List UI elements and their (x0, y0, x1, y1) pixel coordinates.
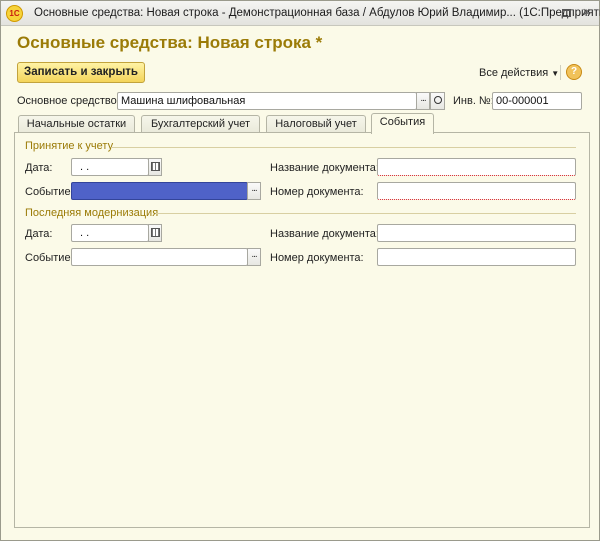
calendar-icon (150, 162, 160, 171)
all-actions-menu[interactable]: Все действия ▼ (479, 67, 559, 79)
modernization-doc-number-field[interactable] (377, 248, 576, 266)
acceptance-doc-name-label: Название документа: (270, 162, 379, 174)
acceptance-date-label: Дата: (25, 162, 53, 174)
modernization-event-choice-button[interactable]: ... (247, 248, 261, 266)
modernization-group-title: Последняя модернизация (25, 207, 159, 219)
modernization-event-label: Событие: (25, 252, 74, 264)
asset-label: Основное средство: (17, 95, 120, 107)
close-button[interactable]: ✕ (578, 5, 595, 22)
tab-events[interactable]: События (371, 113, 434, 134)
asset-field[interactable]: Машина шлифовальная (117, 92, 417, 110)
asset-search-button[interactable] (430, 92, 445, 110)
modernization-date-calendar-button[interactable] (148, 224, 162, 242)
asset-choice-button[interactable]: ... (416, 92, 430, 110)
toolbar-divider (560, 65, 561, 80)
help-button[interactable]: ? (566, 64, 582, 80)
calendar-icon (150, 228, 160, 237)
acceptance-group-line (111, 147, 576, 148)
maximize-button[interactable] (558, 5, 575, 22)
modernization-doc-name-field[interactable] (377, 224, 576, 242)
acceptance-group-title: Принятие к учету (25, 140, 114, 152)
inventory-number-field[interactable]: 00-000001 (492, 92, 582, 110)
form-window: 1С Основные средства: Новая строка - Дем… (0, 0, 600, 541)
acceptance-doc-number-field[interactable] (377, 182, 576, 200)
tab-initial-balances[interactable]: Начальные остатки (18, 115, 135, 133)
window-title: Основные средства: Новая строка - Демонс… (34, 7, 600, 19)
chevron-down-icon: ▼ (551, 69, 560, 78)
modernization-date-field[interactable]: . . (71, 224, 149, 242)
acceptance-event-choice-button[interactable]: ... (247, 182, 261, 200)
acceptance-event-label: Событие: (25, 186, 74, 198)
modernization-doc-name-label: Название документа: (270, 228, 379, 240)
search-icon (433, 96, 442, 104)
title-bar: 1С Основные средства: Новая строка - Дем… (1, 1, 600, 26)
modernization-event-field[interactable] (71, 248, 248, 266)
tab-accounting[interactable]: Бухгалтерский учет (141, 115, 260, 133)
modernization-date-label: Дата: (25, 228, 53, 240)
all-actions-label: Все действия (479, 67, 549, 79)
acceptance-date-calendar-button[interactable] (148, 158, 162, 176)
acceptance-event-field[interactable] (71, 182, 248, 200)
modernization-group-line (156, 213, 576, 214)
acceptance-doc-number-label: Номер документа: (270, 186, 364, 198)
form-heading: Основные средства: Новая строка * (17, 33, 323, 52)
modernization-doc-number-label: Номер документа: (270, 252, 364, 264)
save-and-close-button[interactable]: Записать и закрыть (17, 62, 145, 83)
tab-tax-accounting[interactable]: Налоговый учет (266, 115, 366, 133)
app-logo-icon: 1С (6, 5, 23, 22)
maximize-icon (562, 9, 571, 17)
acceptance-date-field[interactable]: . . (71, 158, 149, 176)
acceptance-doc-name-field[interactable] (377, 158, 576, 176)
inventory-number-label: Инв. №: (453, 95, 494, 107)
